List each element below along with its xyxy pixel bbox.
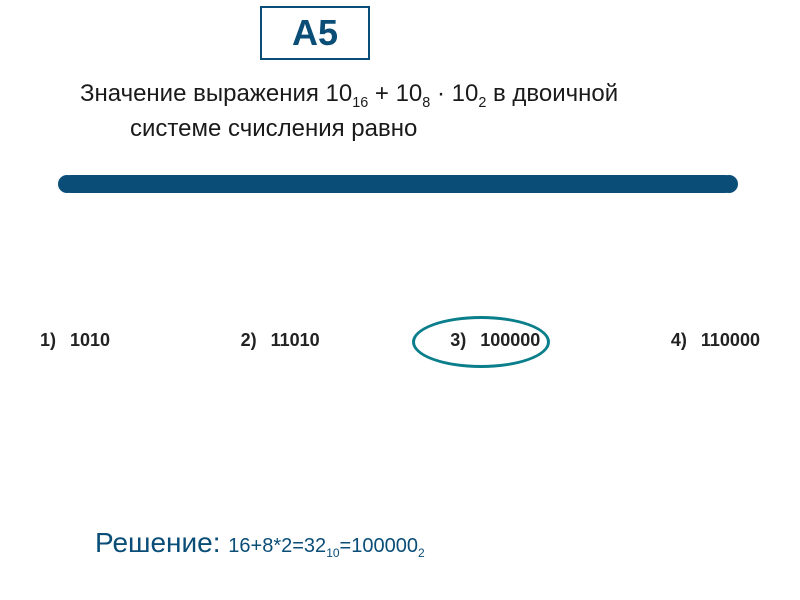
question-text: Значение выражения 1016 + 108 · 102 в дв… xyxy=(80,78,740,146)
solution-expr: 16+8*2=32 xyxy=(228,535,326,557)
q-part: · 10 xyxy=(430,80,478,107)
option-value: 110000 xyxy=(701,330,760,351)
solution-label: Решение: xyxy=(95,527,228,558)
option-number: 1) xyxy=(40,330,56,351)
q-part: в двоичной xyxy=(486,80,618,107)
solution-expr: =100000 xyxy=(340,535,418,557)
answer-options: 1) 1010 2) 11010 3) 100000 4) 110000 xyxy=(40,330,760,351)
option-value: 11010 xyxy=(271,330,320,351)
correct-answer-circle xyxy=(412,316,550,368)
q-part: Значение выражения 10 xyxy=(80,80,352,107)
option-value: 1010 xyxy=(70,330,110,351)
option-number: 2) xyxy=(241,330,257,351)
solution-line: Решение: 16+8*2=3210=1000002 xyxy=(95,527,425,560)
option-1: 1) 1010 xyxy=(40,330,110,351)
q-line2: системе счисления равно xyxy=(80,113,740,145)
solution-sub: 2 xyxy=(418,546,425,560)
solution-sub: 10 xyxy=(326,546,339,560)
q-sub: 16 xyxy=(352,95,368,111)
q-part: + 10 xyxy=(368,80,422,107)
divider-bar xyxy=(62,175,734,193)
option-2: 2) 11010 xyxy=(241,330,320,351)
option-4: 4) 110000 xyxy=(671,330,760,351)
option-number: 4) xyxy=(671,330,687,351)
question-badge: А5 xyxy=(260,6,370,60)
slide: А5 Значение выражения 1016 + 108 · 102 в… xyxy=(0,0,800,600)
